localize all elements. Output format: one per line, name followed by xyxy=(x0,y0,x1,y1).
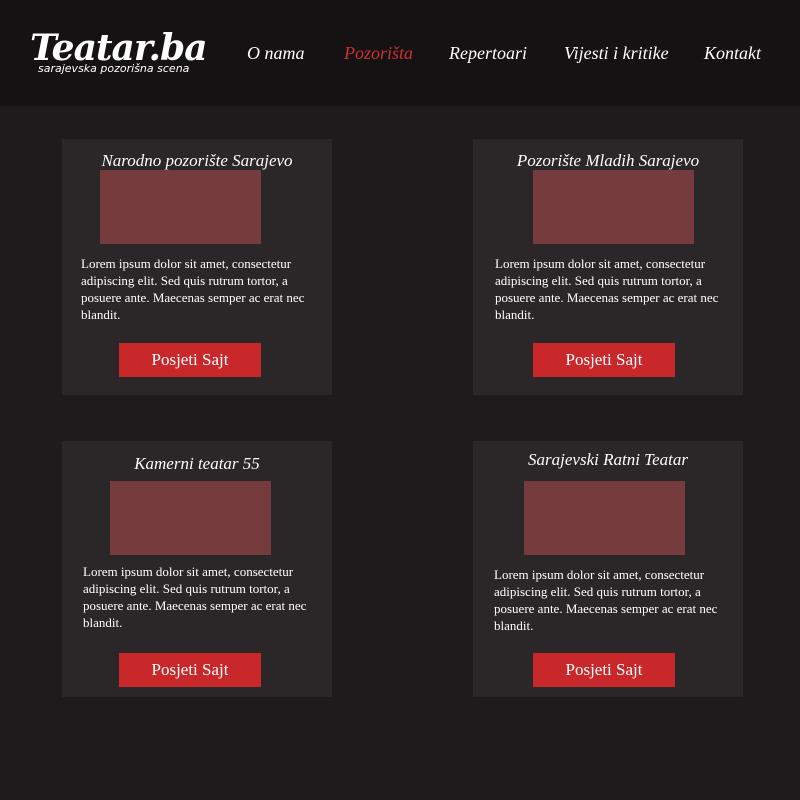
logo-tagline: sarajevska pozorišna scena xyxy=(38,62,190,75)
theater-description: Lorem ipsum dolor sit amet, consectetur … xyxy=(494,567,718,633)
theater-card: Sarajevski Ratni Teatar Lorem ipsum dolo… xyxy=(473,441,743,697)
site-header: Teatar.ba sarajevska pozorišna scena O n… xyxy=(0,0,800,106)
theater-description: Lorem ipsum dolor sit amet, consectetur … xyxy=(83,564,307,630)
visit-site-button[interactable]: Posjeti Sajt xyxy=(119,343,261,377)
nav-item-o-nama[interactable]: O nama xyxy=(247,42,305,64)
nav-item-pozorista[interactable]: Pozorišta xyxy=(344,42,413,64)
visit-site-button[interactable]: Posjeti Sajt xyxy=(533,343,675,377)
theater-name: Narodno pozorište Sarajevo xyxy=(101,151,293,170)
theater-image xyxy=(533,170,694,244)
main-nav: O nama Pozorišta Repertoari Vijesti i kr… xyxy=(0,42,800,64)
theater-description: Lorem ipsum dolor sit amet, consectetur … xyxy=(495,256,719,322)
theater-image xyxy=(524,481,685,555)
theater-image xyxy=(110,481,271,555)
nav-item-kontakt[interactable]: Kontakt xyxy=(704,42,761,64)
theater-name: Sarajevski Ratni Teatar xyxy=(528,450,688,469)
theater-name: Pozorište Mladih Sarajevo xyxy=(516,151,700,170)
theater-card: Kamerni teatar 55 Lorem ipsum dolor sit … xyxy=(62,441,332,697)
visit-site-button[interactable]: Posjeti Sajt xyxy=(119,653,261,687)
theater-description: Lorem ipsum dolor sit amet, consectetur … xyxy=(81,256,305,322)
theater-name: Kamerni teatar 55 xyxy=(134,454,260,473)
visit-site-button[interactable]: Posjeti Sajt xyxy=(533,653,675,687)
theater-card: Pozorište Mladih Sarajevo Lorem ipsum do… xyxy=(473,139,743,395)
theater-image xyxy=(100,170,261,244)
theater-card: Narodno pozorište Sarajevo Lorem ipsum d… xyxy=(62,139,332,395)
nav-item-repertoari[interactable]: Repertoari xyxy=(449,42,527,64)
nav-item-vijesti-i-kritike[interactable]: Vijesti i kritike xyxy=(564,42,669,64)
